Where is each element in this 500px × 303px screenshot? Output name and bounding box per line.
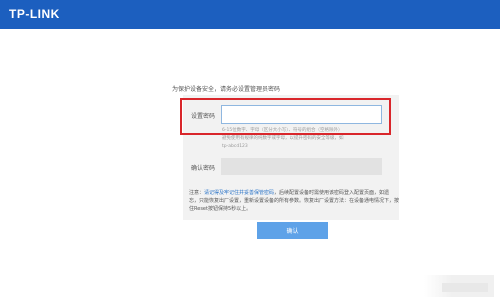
set-password-label: 设置密码 [191, 113, 216, 120]
confirm-password-label: 确认密码 [191, 165, 216, 172]
note-text: 注意：请记得及牢记住并妥善保管密码，后续配置设备时需使用该密码登入配置页面，如遗… [189, 189, 399, 213]
top-bar: TP-LINK [0, 0, 500, 29]
password-hint-line: 避免使用有规律的纯数字或字母，以提升密码的安全等级，如 [222, 136, 344, 141]
password-hint-line: 6-15位数字、字母（区分大小写）、符号的组合（空格除外） [222, 128, 343, 133]
note-link[interactable]: 请记得及牢记住并妥善保管密码 [204, 190, 274, 196]
note-prefix: 注意： [189, 190, 205, 196]
confirm-password-input[interactable] [221, 158, 382, 175]
tp-link-logo: TP-LINK [9, 7, 60, 21]
set-password-input[interactable] [221, 105, 382, 124]
watermark-block [442, 283, 488, 292]
password-hint-line: tp-abcd123 [222, 144, 248, 149]
confirm-button[interactable]: 确认 [257, 222, 328, 239]
password-hint: 6-15位数字、字母（区分大小写）、符号的组合（空格除外） 避免使用有规律的纯数… [222, 127, 387, 151]
intro-text: 为保护设备安全，请务必设置管理员密码 [172, 86, 281, 93]
